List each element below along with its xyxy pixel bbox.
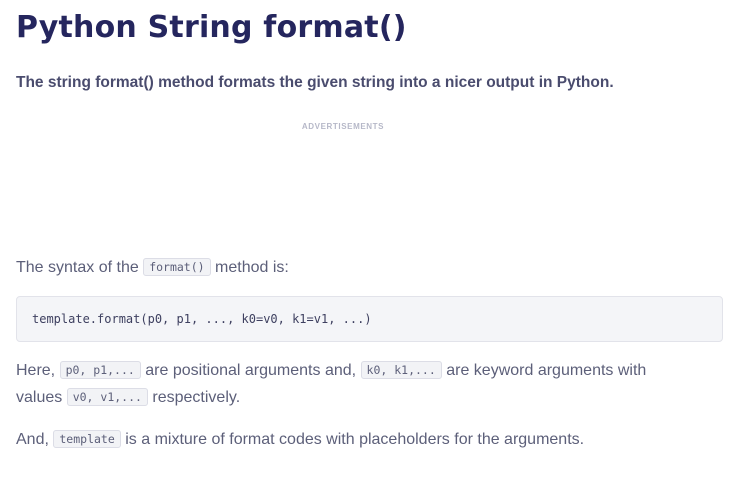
- explanation-text: Here,: [16, 362, 56, 379]
- code-block[interactable]: template.format(p0, p1, ..., k0=v0, k1=v…: [16, 296, 723, 342]
- inline-code-values: v0, v1,...: [66, 388, 148, 406]
- inline-code-format: format(): [143, 258, 211, 276]
- explanation-text: respectively.: [152, 389, 241, 406]
- explanation-line-2: values v0, v1,... respectively.: [16, 384, 240, 412]
- advertisements-label: ADVERTISEMENTS: [301, 122, 385, 131]
- syntax-text-before: The syntax of the: [16, 259, 139, 276]
- explanation-text: are keyword arguments with: [446, 362, 647, 379]
- explanation-text: values: [16, 389, 63, 406]
- template-text: And,: [16, 431, 49, 448]
- ad-slot: [16, 136, 670, 246]
- inline-code-template: template: [53, 430, 121, 448]
- syntax-text-after: method is:: [215, 259, 289, 276]
- template-paragraph: And, template is a mixture of format cod…: [16, 426, 584, 454]
- intro-text: The string format() method formats the g…: [16, 74, 614, 91]
- template-text: is a mixture of format codes with placeh…: [125, 431, 585, 448]
- explanation-line-1: Here, p0, p1,... are positional argument…: [16, 357, 646, 385]
- page-title: Python String format(): [16, 10, 407, 45]
- syntax-paragraph: The syntax of the format() method is:: [16, 254, 289, 282]
- inline-code-positional: p0, p1,...: [59, 361, 141, 379]
- code-block-content: template.format(p0, p1, ..., k0=v0, k1=v…: [32, 312, 372, 326]
- inline-code-keyword: k0, k1,...: [360, 361, 442, 379]
- explanation-text: are positional arguments and,: [145, 362, 357, 379]
